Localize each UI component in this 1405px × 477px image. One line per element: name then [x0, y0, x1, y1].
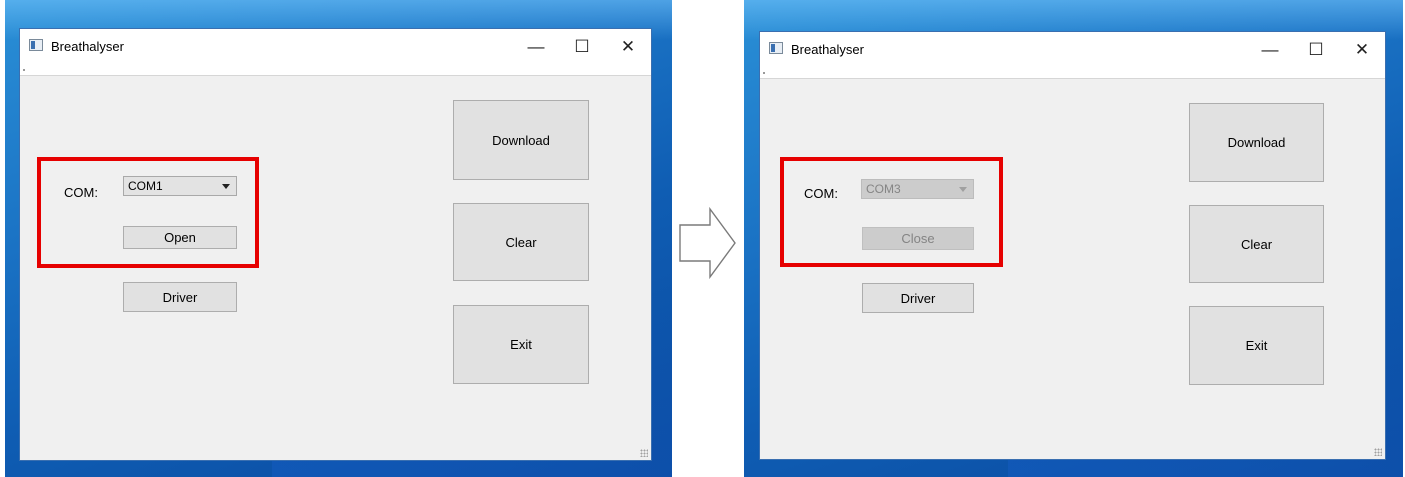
app-window-after: Breathalyser — ☐ ✕ COM: COM3 Close Drive…: [759, 31, 1386, 460]
highlight-box: [780, 157, 1003, 267]
menu-strip: [760, 68, 1385, 79]
exit-button[interactable]: Exit: [453, 305, 589, 384]
minimize-button[interactable]: —: [1247, 32, 1293, 68]
clear-button[interactable]: Clear: [1189, 205, 1324, 283]
close-window-button[interactable]: ✕: [605, 29, 651, 65]
maximize-button[interactable]: ☐: [1293, 32, 1339, 68]
app-window-before: Breathalyser — ☐ ✕ COM: COM1 Open Driver…: [19, 28, 652, 461]
menu-strip: [20, 65, 651, 76]
resize-grip[interactable]: [640, 449, 648, 457]
right-arrow-icon: [679, 207, 736, 279]
download-button[interactable]: Download: [453, 100, 589, 180]
minimize-button[interactable]: —: [513, 29, 559, 65]
driver-button[interactable]: Driver: [123, 282, 237, 312]
highlight-box: [37, 157, 259, 268]
download-button[interactable]: Download: [1189, 103, 1324, 182]
clear-button[interactable]: Clear: [453, 203, 589, 281]
exit-button[interactable]: Exit: [1189, 306, 1324, 385]
maximize-button[interactable]: ☐: [559, 29, 605, 65]
close-window-button[interactable]: ✕: [1339, 32, 1385, 68]
app-window-icon: [769, 42, 783, 54]
title-bar[interactable]: Breathalyser — ☐ ✕: [760, 32, 1385, 68]
app-window-icon: [29, 39, 43, 51]
resize-grip[interactable]: [1374, 448, 1382, 456]
driver-button[interactable]: Driver: [862, 283, 974, 313]
window-title: Breathalyser: [51, 39, 124, 54]
window-title: Breathalyser: [791, 42, 864, 57]
title-bar[interactable]: Breathalyser — ☐ ✕: [20, 29, 651, 65]
